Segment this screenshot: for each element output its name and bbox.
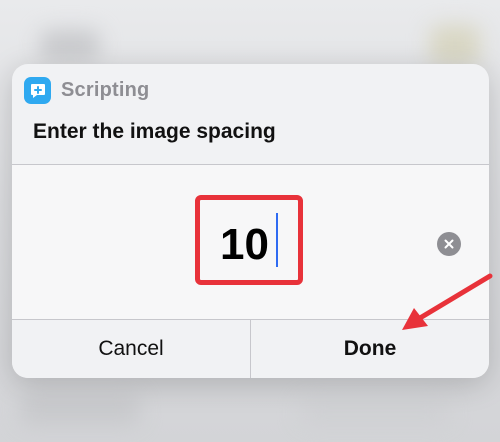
prompt-title: Enter the image spacing [33, 120, 276, 143]
background-blur [20, 395, 140, 425]
background-blur [430, 25, 480, 65]
background-blur [300, 400, 450, 425]
background-blur [40, 30, 100, 60]
app-header: Scripting [24, 77, 149, 104]
annotation-arrow [402, 273, 493, 330]
clear-icon[interactable] [437, 232, 461, 256]
cancel-button[interactable]: Cancel [12, 320, 251, 378]
app-name: Scripting [61, 79, 150, 101]
annotation-highlight-box [195, 195, 303, 285]
quote-plus-icon [24, 77, 51, 104]
